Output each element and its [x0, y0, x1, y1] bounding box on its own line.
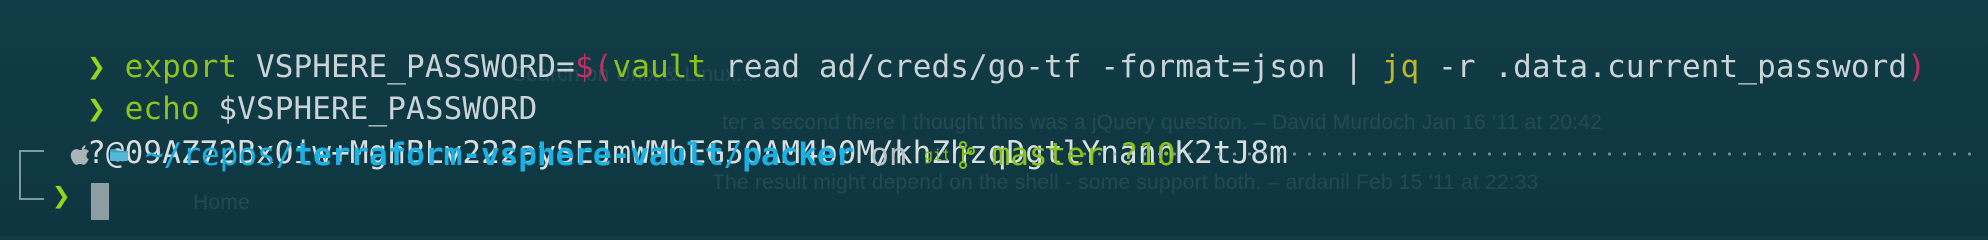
- apple-icon: [70, 142, 92, 168]
- command-line-echo: ❯ echo $VSPHERE_PASSWORD: [12, 46, 537, 127]
- substitution-close: ): [1907, 49, 1926, 85]
- path-separator: /: [723, 137, 743, 173]
- command-line-export: ❯ export VSPHERE_PASSWORD=$(vault read a…: [12, 4, 1926, 85]
- jq-arguments: -r .data.current_password: [1419, 49, 1908, 85]
- prompt-caret: ❯: [52, 178, 71, 214]
- status-content: ~/repos/ terraform-vsphere-vault / packe…: [70, 132, 1176, 178]
- text-cursor[interactable]: [91, 183, 109, 220]
- status-on-word: on: [870, 137, 908, 173]
- terminal-window[interactable]: Search on Unix & Linux... ter a second t…: [0, 0, 1988, 236]
- background-home-text: Home: [193, 191, 250, 214]
- git-icon: git: [924, 145, 948, 165]
- command-output: ?@09AZ72BxOiw+MghBLv222aySEJmWMbEG5OAM4b…: [12, 90, 1288, 171]
- substitution-arguments: read ad/creds/go-tf -format=json: [706, 49, 1345, 85]
- branch-icon: [958, 141, 976, 169]
- substitution-open: $(: [574, 49, 613, 85]
- current-directory: packer: [742, 137, 855, 173]
- folder-icon: [109, 147, 129, 163]
- shell-status-bar: ~/repos/ terraform-vsphere-vault / packe…: [0, 132, 1988, 200]
- active-prompt[interactable]: ❯: [0, 176, 200, 222]
- pipe-symbol: |: [1344, 49, 1382, 85]
- prompt-fill-dots: [1032, 152, 1977, 156]
- repo-name: terraform-vsphere-vault: [294, 137, 724, 173]
- git-label: git: [924, 146, 948, 164]
- substitution-command: vault: [612, 49, 707, 85]
- jq-command: jq: [1381, 49, 1420, 85]
- path-prefix: ~/repos/: [145, 137, 295, 173]
